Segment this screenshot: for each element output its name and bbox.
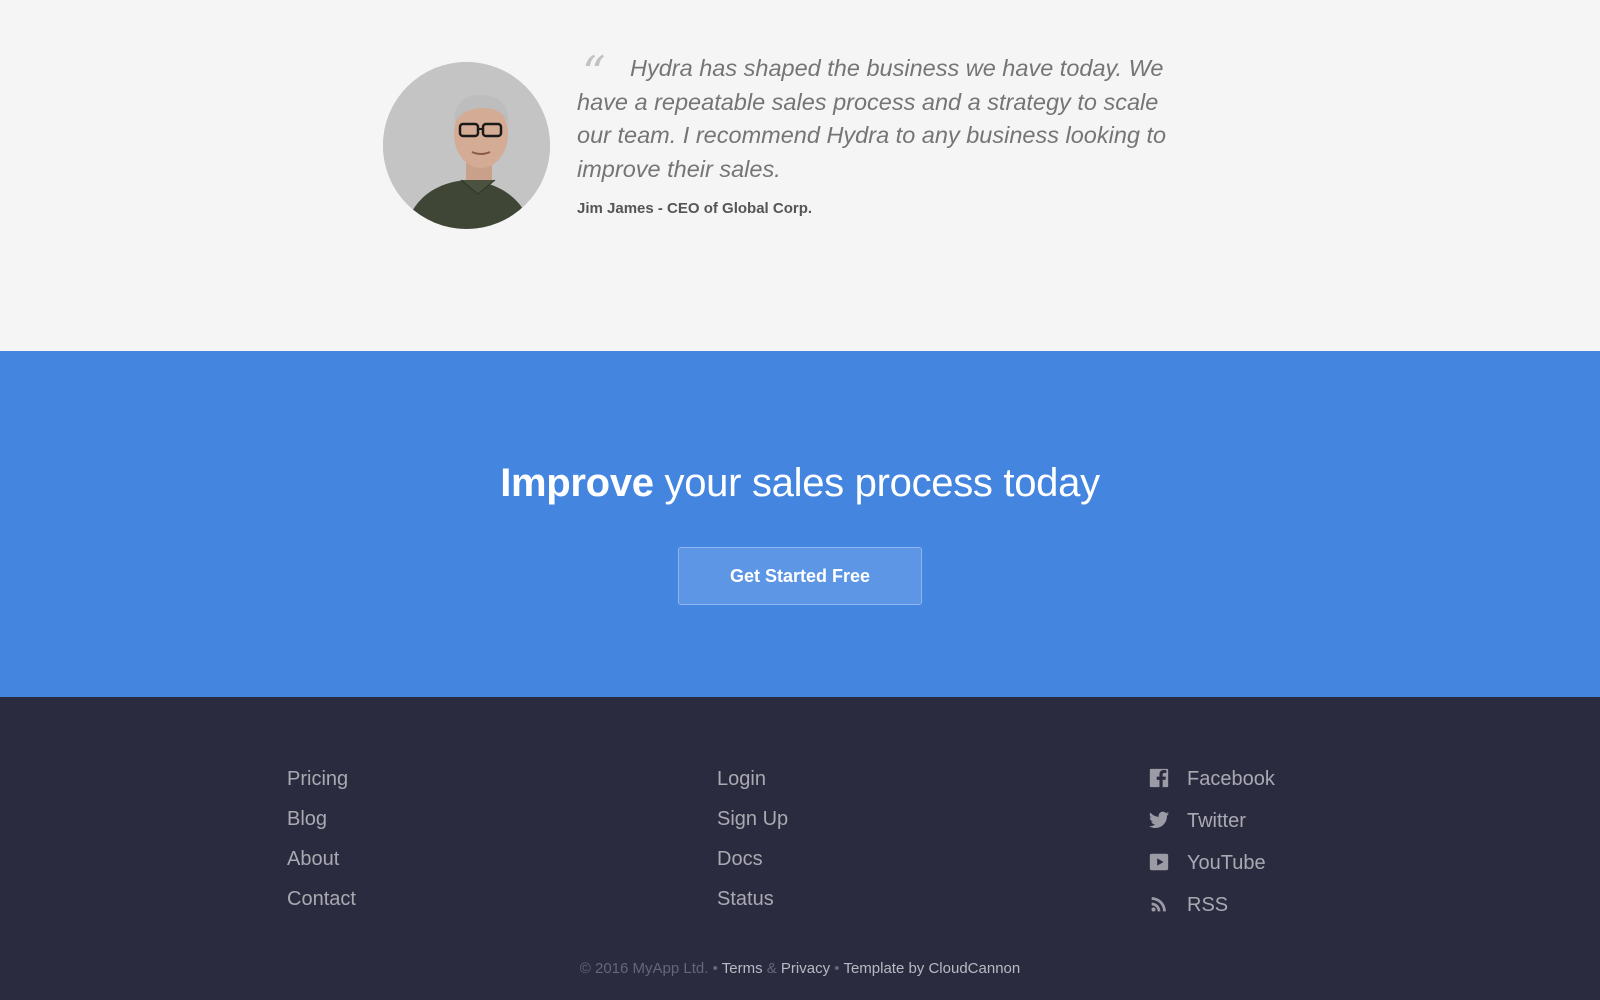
separator-bullet: • xyxy=(708,960,722,977)
footer-link-youtube[interactable]: YouTube xyxy=(1148,851,1275,893)
facebook-icon xyxy=(1148,767,1170,789)
rss-icon xyxy=(1148,893,1170,915)
footer-link-contact[interactable]: Contact xyxy=(287,887,356,927)
footer-link-blog[interactable]: Blog xyxy=(287,807,356,847)
get-started-button[interactable]: Get Started Free xyxy=(678,547,922,605)
footer-link-docs[interactable]: Docs xyxy=(717,847,788,887)
rss-label: RSS xyxy=(1187,894,1229,916)
youtube-label: YouTube xyxy=(1187,852,1266,874)
footer-nav-social: Facebook Twitter YouTube RSS xyxy=(1148,767,1275,935)
copyright-text: © 2016 MyApp Ltd. xyxy=(579,960,709,977)
testimonial-quote: Hydra has shaped the business we have to… xyxy=(577,52,1197,186)
footer-nav-account: Login Sign Up Docs Status xyxy=(717,767,788,927)
quote-text: Hydra has shaped the business we have to… xyxy=(577,55,1167,182)
footer-link-login[interactable]: Login xyxy=(717,767,788,807)
footer-link-status[interactable]: Status xyxy=(717,887,788,927)
separator-bullet-2: • xyxy=(830,960,844,977)
template-credit-link[interactable]: Template by CloudCannon xyxy=(843,960,1020,977)
footer-link-rss[interactable]: RSS xyxy=(1148,893,1275,935)
footer-nav-primary: Pricing Blog About Contact xyxy=(287,767,356,927)
twitter-label: Twitter xyxy=(1187,810,1246,832)
cta-heading-rest: your sales process today xyxy=(653,461,1101,505)
testimonial-section: “ Hydra has shaped the business we have … xyxy=(0,0,1600,351)
youtube-icon xyxy=(1148,851,1170,873)
footer-link-signup[interactable]: Sign Up xyxy=(717,807,788,847)
footer-link-about[interactable]: About xyxy=(287,847,356,887)
footer-link-pricing[interactable]: Pricing xyxy=(287,767,356,807)
cta-heading: Improve your sales process today xyxy=(0,461,1600,506)
copyright-line: © 2016 MyApp Ltd. • Terms & Privacy • Te… xyxy=(0,960,1600,977)
testimonial-author: Jim James - CEO of Global Corp. xyxy=(577,200,813,217)
ampersand: & xyxy=(762,960,781,977)
privacy-link[interactable]: Privacy xyxy=(781,960,830,977)
cta-heading-bold: Improve xyxy=(500,461,654,505)
avatar xyxy=(383,62,550,229)
terms-link[interactable]: Terms xyxy=(722,960,763,977)
person-photo xyxy=(383,62,550,229)
footer: Pricing Blog About Contact Login Sign Up… xyxy=(0,697,1600,1000)
twitter-icon xyxy=(1148,809,1170,831)
footer-link-facebook[interactable]: Facebook xyxy=(1148,767,1275,809)
cta-section: Improve your sales process today Get Sta… xyxy=(0,351,1600,697)
facebook-label: Facebook xyxy=(1187,768,1275,790)
footer-link-twitter[interactable]: Twitter xyxy=(1148,809,1275,851)
